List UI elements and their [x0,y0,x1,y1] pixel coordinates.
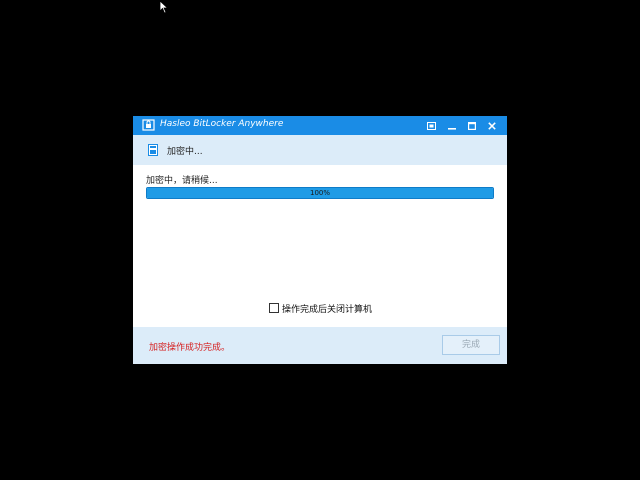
mouse-cursor-icon [159,0,169,14]
close-icon [487,121,496,130]
close-button[interactable] [482,116,501,135]
window-title: Hasleo BitLocker Anywhere [160,119,284,129]
shutdown-option[interactable]: 操作完成后关闭计算机 [269,302,372,315]
title-bar[interactable]: Hasleo BitLocker Anywhere [133,116,507,135]
dialog-footer: 加密操作成功完成。 完成 [133,327,507,364]
finish-button[interactable]: 完成 [442,335,500,355]
step-label: 加密中... [167,147,203,157]
shutdown-checkbox[interactable] [269,303,279,313]
restore-icon [427,121,436,130]
app-icon [142,119,155,131]
step-header: 加密中... [133,135,507,165]
bitlocker-dialog: Hasleo BitLocker Anywhere 加密中... 加密中，请稍候… [133,116,507,364]
progress-bar: 100% [146,187,494,199]
shutdown-checkbox-label[interactable]: 操作完成后关闭计算机 [282,302,372,315]
minimize-button[interactable] [442,116,461,135]
result-message: 加密操作成功完成。 [149,343,231,353]
restore-button[interactable] [422,116,441,135]
step-icon [148,144,158,156]
maximize-icon [467,121,476,130]
minimize-icon [447,127,456,130]
progress-text: 100% [309,189,330,197]
status-text: 加密中，请稍候... [146,176,218,186]
maximize-button[interactable] [462,116,481,135]
